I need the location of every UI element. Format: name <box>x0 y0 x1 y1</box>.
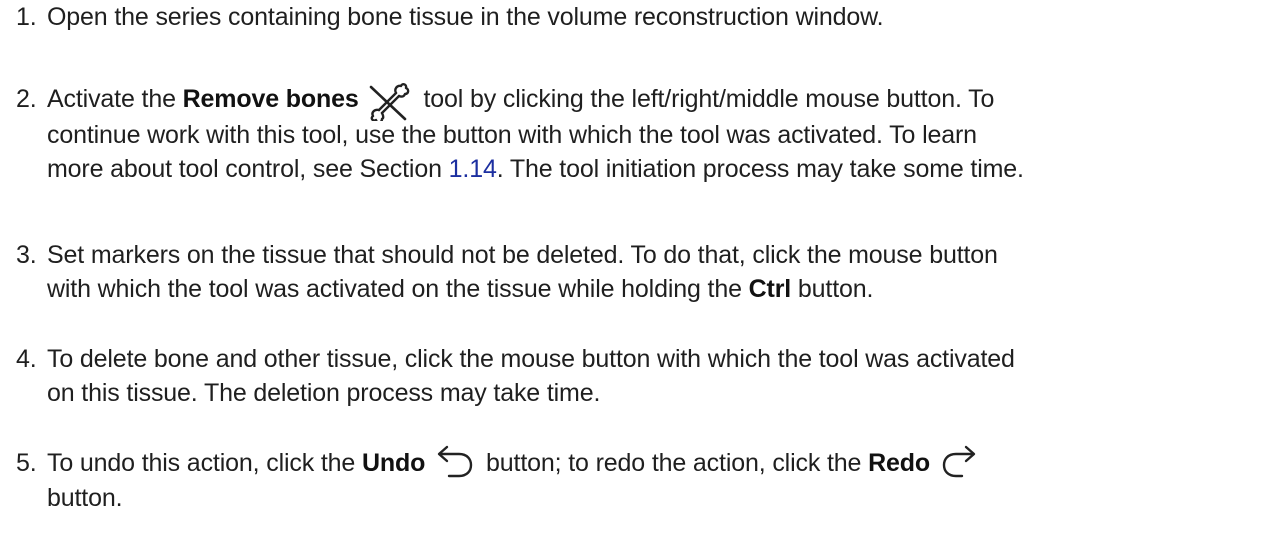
step-line: more about tool control, see Section 1.1… <box>47 152 1261 186</box>
step-number: 2. <box>16 85 37 113</box>
step-line: To undo this action, click the Undo butt… <box>47 446 1261 481</box>
step-text: . The tool initiation process may take s… <box>496 155 1024 184</box>
step-text: button. <box>791 275 874 303</box>
step-number: 1. <box>16 3 37 31</box>
step-2: 2. Activate the Remove bones tool by cli… <box>0 82 1261 186</box>
step-line: Set markers on the tissue that should no… <box>47 241 998 269</box>
step-line: Activate the Remove bones tool by clicki… <box>47 81 1261 122</box>
step-number: 5. <box>16 449 37 477</box>
step-number: 3. <box>16 241 37 269</box>
step-line: button. <box>47 484 123 513</box>
tool-name: Remove bones <box>182 85 359 113</box>
redo-icon <box>938 445 982 479</box>
step-4: 4. To delete bone and other tissue, clic… <box>0 342 1261 410</box>
step-text: Open the series containing bone tissue i… <box>47 3 884 31</box>
step-line: on this tissue. The deletion process may… <box>47 379 601 407</box>
step-line: with which the tool was activated on the… <box>47 272 1261 306</box>
step-text: Activate the <box>47 85 183 113</box>
step-text: To undo this action, click the <box>47 449 362 477</box>
step-1: 1. Open the series containing bone tissu… <box>0 0 1261 34</box>
undo-label: Undo <box>361 449 426 477</box>
step-5: 5. To undo this action, click the Undo b… <box>0 446 1261 515</box>
key-name: Ctrl <box>748 275 792 303</box>
remove-bones-icon <box>365 81 415 122</box>
step-line: continue work with this tool, use the bu… <box>47 121 977 150</box>
step-line: To delete bone and other tissue, click t… <box>47 345 1015 373</box>
step-text: with which the tool was activated on the… <box>47 275 749 303</box>
step-3: 3. Set markers on the tissue that should… <box>0 238 1261 306</box>
step-text: tool by clicking the left/right/middle m… <box>416 85 995 113</box>
undo-icon <box>431 445 479 479</box>
section-link[interactable]: 1.14 <box>449 155 497 183</box>
redo-label: Redo <box>868 449 930 477</box>
step-number: 4. <box>16 345 37 373</box>
step-text: more about tool control, see Section <box>47 155 449 184</box>
step-text: button; to redo the action, click the <box>479 449 869 477</box>
